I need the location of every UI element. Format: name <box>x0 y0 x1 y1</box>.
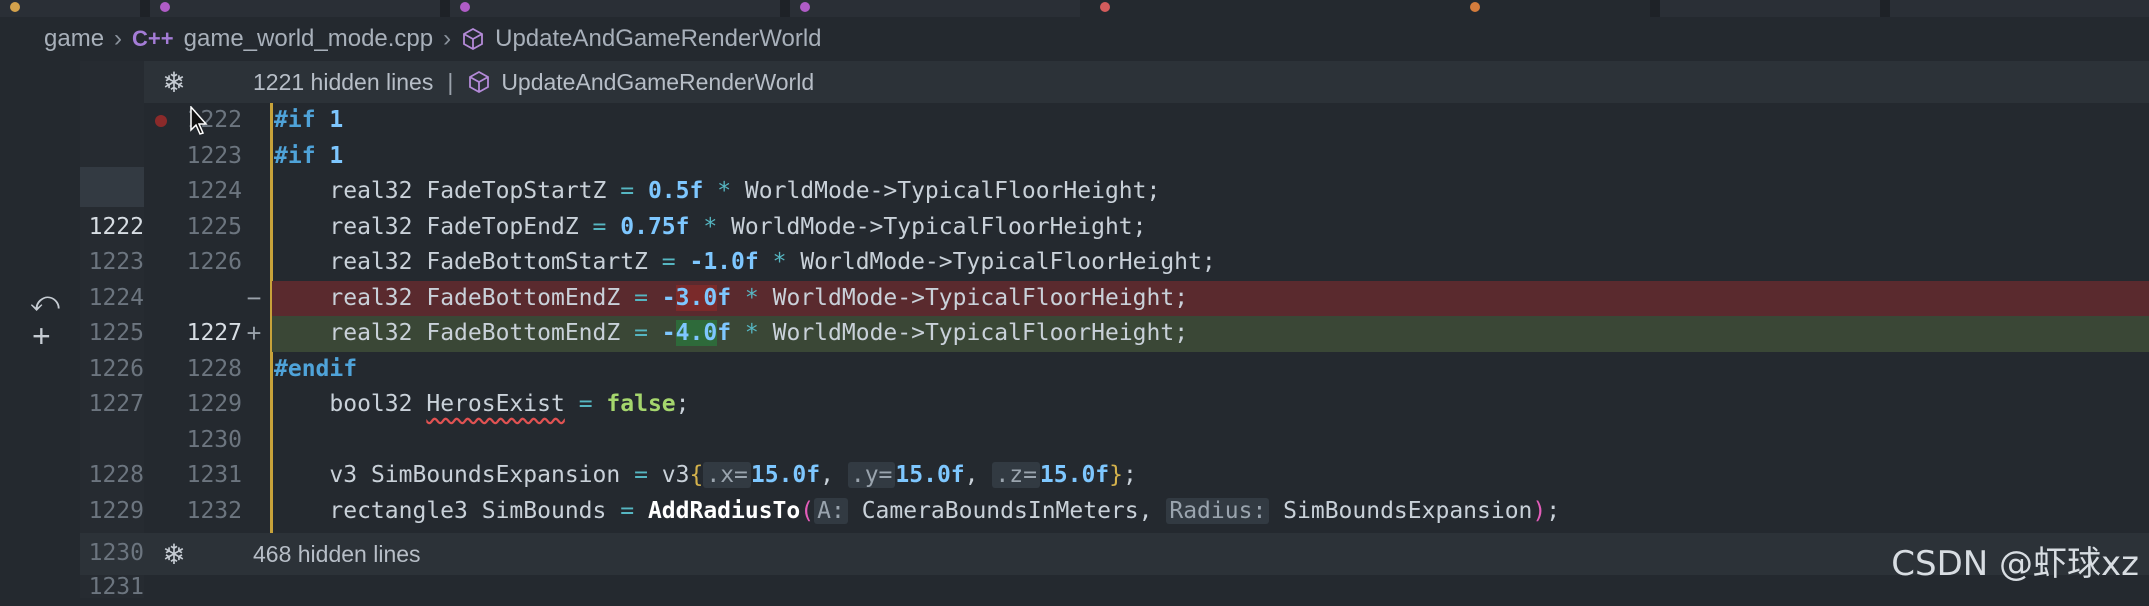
line-number-original: 1230 <box>88 540 144 566</box>
line-number-modified: 1229 <box>186 391 242 417</box>
line-number-original: 1223 <box>88 249 144 275</box>
editor-tab[interactable] <box>450 0 780 17</box>
line-number-original: 1226 <box>88 355 144 382</box>
code-text[interactable]: v3 SimBoundsExpansion = v3{.x= 15.0f, .y=… <box>274 458 1137 494</box>
code-line[interactable]: 1227 1229 bool32 HerosExist = false; <box>0 387 2149 423</box>
hidden-lines-label: 468 hidden lines <box>253 540 421 567</box>
editor-tab[interactable] <box>1660 0 1880 17</box>
code-line[interactable]: 1228 1231 v3 SimBoundsExpansion = v3{.x=… <box>0 458 2149 494</box>
folded-region-bottom[interactable]: ❄ 468 hidden lines <box>144 533 2149 575</box>
inlay-hint: .y= <box>847 462 896 488</box>
inlay-hint: .x= <box>703 462 751 488</box>
line-number-original: 1227 <box>88 391 144 417</box>
code-line[interactable]: 1224 real32 FadeTopStartZ = 0.5f * World… <box>0 174 2149 210</box>
snowflake-icon[interactable]: ❄ <box>144 66 204 99</box>
line-number-modified: 1232 <box>186 497 242 524</box>
folded-region-top[interactable]: ❄ 1221 hidden lines | UpdateAndGameRende… <box>144 61 2149 103</box>
breadcrumb-file[interactable]: game_world_mode.cpp <box>184 25 433 53</box>
breakpoint-dot-icon[interactable] <box>155 115 167 127</box>
file-type-icon <box>800 2 810 12</box>
code-line[interactable]: 1223 1226 real32 FadeBottomStartZ = -1.0… <box>0 245 2149 281</box>
code-text[interactable]: #endif <box>274 352 357 388</box>
code-text[interactable]: rectangle3 SimBounds = AddRadiusTo(A: Ca… <box>274 494 1560 530</box>
file-type-icon <box>460 2 470 12</box>
code-line[interactable]: 1226 1228 #endif <box>0 352 2149 388</box>
breadcrumb: game › C++ game_world_mode.cpp › UpdateA… <box>0 17 2149 61</box>
code-line[interactable]: 1229 1232 rectangle3 SimBounds = AddRadi… <box>0 494 2149 530</box>
code-line[interactable]: 1222 1225 real32 FadeTopEndZ = 0.75f * W… <box>0 210 2149 246</box>
fold-symbol[interactable]: UpdateAndGameRenderWorld <box>501 69 814 96</box>
cpp-file-icon: C++ <box>132 26 174 51</box>
line-number-original: 1228 <box>88 462 144 488</box>
line-number-original <box>80 423 144 459</box>
line-number-original: 1231 <box>88 574 144 600</box>
breadcrumb-folder[interactable]: game <box>44 25 104 53</box>
code-text[interactable]: real32 FadeTopStartZ = 0.5f * WorldMode-… <box>274 174 1160 210</box>
code-text[interactable]: #if 1 <box>274 103 343 139</box>
editor-tab-strip <box>0 0 2149 17</box>
line-number-original: 1229 <box>88 497 144 524</box>
line-number-modified: 1223 <box>186 142 242 169</box>
minus-icon: − <box>246 282 262 313</box>
line-number-modified: 1225 <box>186 213 242 240</box>
file-type-icon <box>1470 2 1480 12</box>
code-line[interactable]: 1223 #if 1 <box>0 139 2149 175</box>
mouse-cursor-icon <box>190 106 208 135</box>
line-number-modified <box>150 281 242 317</box>
code-line[interactable]: 1230 <box>0 423 2149 459</box>
line-number-original <box>80 139 144 175</box>
editor-tab[interactable] <box>1890 0 2149 17</box>
line-number-original <box>80 103 144 139</box>
code-text[interactable]: bool32 HerosExist = false; <box>274 387 689 423</box>
inlay-hint: A: <box>814 497 848 524</box>
watermark: CSDN @虾球xz <box>1891 544 2139 584</box>
plus-icon[interactable]: + <box>32 318 51 355</box>
line-number-modified: 1226 <box>186 249 242 275</box>
line-number-original: 1222 <box>88 213 144 240</box>
chevron-right-icon: › <box>114 25 123 52</box>
file-type-icon <box>10 2 20 12</box>
hidden-lines-label: 1221 hidden lines <box>253 68 434 95</box>
code-line-added[interactable]: 1225 1227 + real32 FadeBottomEndZ = -4.0… <box>0 316 2149 352</box>
line-number-original <box>80 174 144 210</box>
editor-tab[interactable] <box>0 0 140 17</box>
line-number-modified: 1228 <box>186 355 242 382</box>
line-number-modified: 1227 <box>186 320 242 346</box>
editor-tab[interactable] <box>150 0 440 17</box>
line-number-modified: 1230 <box>186 426 242 453</box>
symbol-method-icon <box>469 70 490 94</box>
file-type-icon <box>1100 2 1110 12</box>
line-number-modified: 1224 <box>186 178 242 204</box>
line-number-modified: 1231 <box>186 462 242 488</box>
fold-separator: | <box>447 68 454 95</box>
line-number-original: 1225 <box>88 320 144 346</box>
code-text[interactable]: real32 FadeBottomEndZ = -4.0f * WorldMod… <box>274 316 1188 352</box>
snowflake-icon[interactable]: ❄ <box>144 538 204 571</box>
line-number-original: 1224 <box>88 284 144 311</box>
editor-tab[interactable] <box>790 0 1080 17</box>
code-text[interactable]: real32 FadeBottomStartZ = -1.0f * WorldM… <box>274 245 1215 281</box>
inlay-hint: .z= <box>992 462 1040 488</box>
breadcrumb-symbol[interactable]: UpdateAndGameRenderWorld <box>495 25 821 53</box>
symbol-method-icon <box>463 27 484 51</box>
code-line[interactable]: 1222 #if 1 <box>0 103 2149 139</box>
chevron-right-icon: › <box>443 25 452 52</box>
code-text[interactable]: real32 FadeBottomEndZ = -3.0f * WorldMod… <box>274 281 1188 317</box>
code-text[interactable]: #if 1 <box>274 139 343 175</box>
plus-icon: + <box>246 318 262 348</box>
revert-icon[interactable]: ⤺ <box>30 286 60 319</box>
code-line-removed[interactable]: 1224 − real32 FadeBottomEndZ = -3.0f * W… <box>0 280 2149 317</box>
editor-tab-active[interactable] <box>1080 0 1650 17</box>
inlay-hint: Radius: <box>1166 497 1270 524</box>
file-type-icon <box>160 2 170 12</box>
code-text[interactable]: real32 FadeTopEndZ = 0.75f * WorldMode->… <box>274 210 1146 246</box>
